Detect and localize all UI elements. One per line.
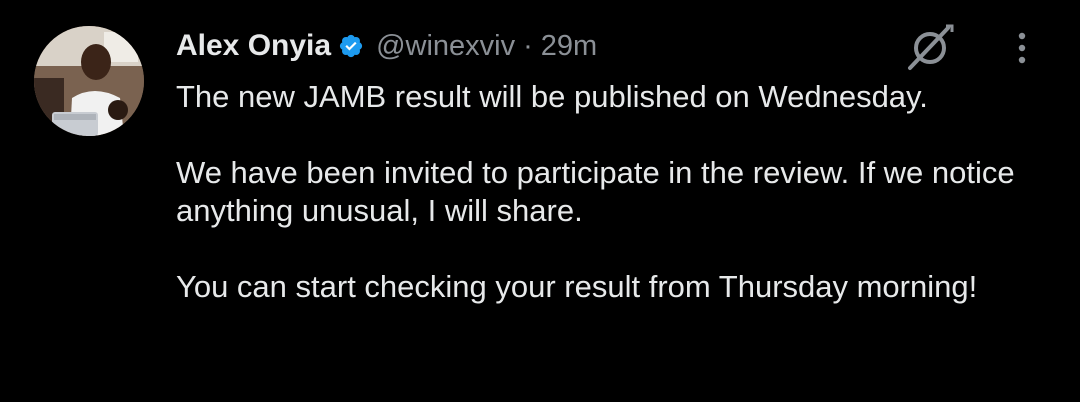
tweet-paragraph: We have been invited to participate in t…: [176, 155, 1015, 228]
tweet-text: The new JAMB result will be published on…: [176, 78, 1056, 306]
separator-dot: ·: [523, 29, 533, 62]
author-name[interactable]: Alex Onyia: [176, 29, 331, 63]
more-options-icon[interactable]: [1010, 30, 1034, 66]
avatar-photo: [34, 26, 144, 136]
avatar[interactable]: [34, 26, 144, 136]
verified-badge-icon: [338, 33, 364, 59]
timestamp[interactable]: 29m: [541, 30, 597, 63]
author-handle[interactable]: @winexviv: [376, 30, 515, 63]
tweet-header: Alex Onyia @winexviv · 29m: [176, 26, 597, 66]
tweet-paragraph: You can start checking your result from …: [176, 269, 978, 304]
tweet[interactable]: Alex Onyia @winexviv · 29m The new JAMB …: [0, 0, 1080, 402]
tweet-paragraph: The new JAMB result will be published on…: [176, 79, 928, 114]
grok-icon[interactable]: [904, 24, 956, 72]
